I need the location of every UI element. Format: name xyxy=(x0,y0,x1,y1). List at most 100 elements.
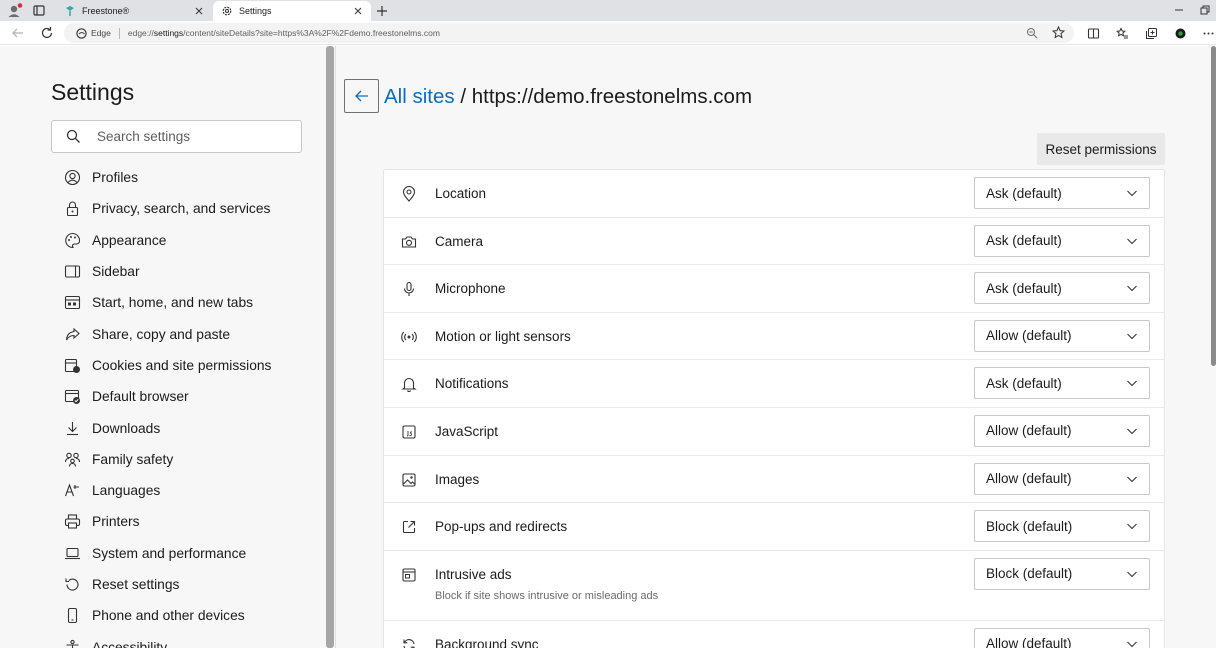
permission-select[interactable]: Ask (default) xyxy=(974,367,1150,400)
sidebar-item-downloads[interactable]: Downloads xyxy=(64,412,271,443)
favorite-star-icon[interactable] xyxy=(1052,26,1065,39)
download-icon xyxy=(64,420,81,437)
accessibility-icon xyxy=(64,639,81,648)
back-arrow-icon xyxy=(353,87,371,105)
edge-label: Edge xyxy=(91,28,111,38)
close-icon[interactable] xyxy=(192,4,206,18)
tab-actions-icon[interactable] xyxy=(30,2,48,19)
home-tabs-icon xyxy=(64,294,81,311)
content-scrollbar[interactable] xyxy=(1211,46,1216,366)
permission-select[interactable]: Allow (default) xyxy=(974,627,1150,648)
permission-select[interactable]: Allow (default) xyxy=(974,414,1150,447)
more-options-icon[interactable] xyxy=(1202,27,1215,40)
permission-description: Block if site shows intrusive or mislead… xyxy=(435,589,659,602)
zoom-icon[interactable] xyxy=(1026,27,1038,39)
permission-label: Camera xyxy=(435,233,484,249)
sidebar-item-share[interactable]: Share, copy and paste xyxy=(64,318,271,349)
camera-icon xyxy=(401,234,417,250)
sidebar-item-default-browser[interactable]: Default browser xyxy=(64,381,271,412)
permission-row-notifications: Notifications Ask (default) xyxy=(384,360,1164,408)
phone-icon xyxy=(64,607,81,624)
permission-label: Images xyxy=(435,471,480,487)
chevron-down-icon xyxy=(1127,523,1137,530)
restore-icon[interactable] xyxy=(1198,3,1212,17)
url-text: edge://settings/content/siteDetails?site… xyxy=(127,28,440,38)
permission-label: Pop-ups and redirects xyxy=(435,519,568,535)
permission-select[interactable]: Ask (default) xyxy=(974,224,1150,257)
printer-icon xyxy=(64,513,81,530)
popup-icon xyxy=(401,519,417,535)
sidebar-item-system[interactable]: System and performance xyxy=(64,538,271,569)
permission-row-background-sync: Background sync Allow (default) xyxy=(384,621,1164,648)
permission-select[interactable]: Block (default) xyxy=(974,557,1150,590)
chevron-down-icon xyxy=(1127,190,1137,197)
minimize-icon[interactable] xyxy=(1172,3,1186,17)
close-icon[interactable] xyxy=(351,4,365,18)
refresh-icon[interactable] xyxy=(39,25,55,41)
tab-label: Settings xyxy=(239,6,272,16)
search-box[interactable] xyxy=(51,120,302,153)
sidebar-item-printers[interactable]: Printers xyxy=(64,506,271,537)
sidebar-item-label: Profiles xyxy=(92,170,139,186)
settings-nav: Profiles Privacy, search, and services A… xyxy=(64,162,271,648)
sensors-icon xyxy=(401,329,417,345)
back-arrow-icon[interactable] xyxy=(10,25,26,41)
back-button[interactable] xyxy=(344,79,379,113)
breadcrumb-all-sites[interactable]: All sites xyxy=(384,85,455,108)
extensions-icon[interactable] xyxy=(1174,27,1187,40)
permission-select[interactable]: Allow (default) xyxy=(974,462,1150,495)
tab-freestone[interactable]: Freestone® xyxy=(56,1,212,21)
sidebar-item-label: Share, copy and paste xyxy=(92,326,231,342)
permission-label: JavaScript xyxy=(435,423,499,439)
sidebar-item-sidebar[interactable]: Sidebar xyxy=(64,256,271,287)
permission-select[interactable]: Ask (default) xyxy=(974,177,1150,209)
collections-icon[interactable] xyxy=(1145,27,1158,40)
search-input[interactable] xyxy=(97,129,287,144)
sidebar-item-accessibility[interactable]: Accessibility xyxy=(64,631,271,648)
page-title: All sites / https://demo.freestonelms.co… xyxy=(384,85,752,109)
permissions-list: Location Ask (default) Camera Ask (defau… xyxy=(383,169,1165,648)
sidebar-item-languages[interactable]: Languages xyxy=(64,475,271,506)
sidebar-item-family-safety[interactable]: Family safety xyxy=(64,444,271,475)
sidebar-item-label: Printers xyxy=(92,514,140,530)
sidebar-item-label: Accessibility xyxy=(92,639,168,648)
sidebar-scrollbar[interactable] xyxy=(326,46,334,648)
tab-strip: Freestone® Settings xyxy=(0,0,1216,21)
sidebar-item-label: Downloads xyxy=(92,420,161,436)
site-details-content: All sites / https://demo.freestonelms.co… xyxy=(336,46,1216,648)
permission-row-popups: Pop-ups and redirects Block (default) xyxy=(384,503,1164,551)
image-icon xyxy=(401,472,417,488)
language-icon xyxy=(64,482,81,499)
favorites-icon[interactable] xyxy=(1116,27,1129,40)
sidebar-item-appearance[interactable]: Appearance xyxy=(64,225,271,256)
permission-select[interactable]: Ask (default) xyxy=(974,272,1150,305)
permission-select[interactable]: Block (default) xyxy=(974,510,1150,543)
sidebar-item-label: Start, home, and new tabs xyxy=(92,295,254,311)
new-tab-icon[interactable] xyxy=(374,3,390,19)
split-screen-icon[interactable] xyxy=(1087,27,1100,40)
permission-label: Microphone xyxy=(435,281,506,297)
sidebar-item-label: Family safety xyxy=(92,451,174,467)
permission-select[interactable]: Allow (default) xyxy=(974,319,1150,352)
permission-row-sensors: Motion or light sensors Allow (default) xyxy=(384,313,1164,361)
reset-icon xyxy=(64,576,81,593)
sidebar-item-label: Default browser xyxy=(92,389,189,405)
freestone-favicon-icon xyxy=(64,5,76,17)
sidebar-item-label: Appearance xyxy=(92,232,167,248)
gear-icon xyxy=(221,5,233,17)
default-browser-icon xyxy=(64,388,81,405)
sidebar-item-phone[interactable]: Phone and other devices xyxy=(64,600,271,631)
profile-avatar-icon[interactable] xyxy=(6,2,24,19)
tab-settings[interactable]: Settings xyxy=(213,1,371,21)
sidebar-item-start-home[interactable]: Start, home, and new tabs xyxy=(64,287,271,318)
share-icon xyxy=(64,326,81,343)
permission-label: Background sync xyxy=(435,636,539,648)
chevron-down-icon xyxy=(1127,285,1137,292)
sidebar-item-profiles[interactable]: Profiles xyxy=(64,162,271,193)
sidebar-item-cookies[interactable]: Cookies and site permissions xyxy=(64,350,271,381)
sidebar-item-privacy[interactable]: Privacy, search, and services xyxy=(64,193,271,224)
palette-icon xyxy=(64,232,81,249)
sidebar-item-reset[interactable]: Reset settings xyxy=(64,569,271,600)
reset-permissions-button[interactable]: Reset permissions xyxy=(1037,133,1165,165)
address-bar[interactable]: Edge edge://settings/content/siteDetails… xyxy=(64,23,1074,43)
